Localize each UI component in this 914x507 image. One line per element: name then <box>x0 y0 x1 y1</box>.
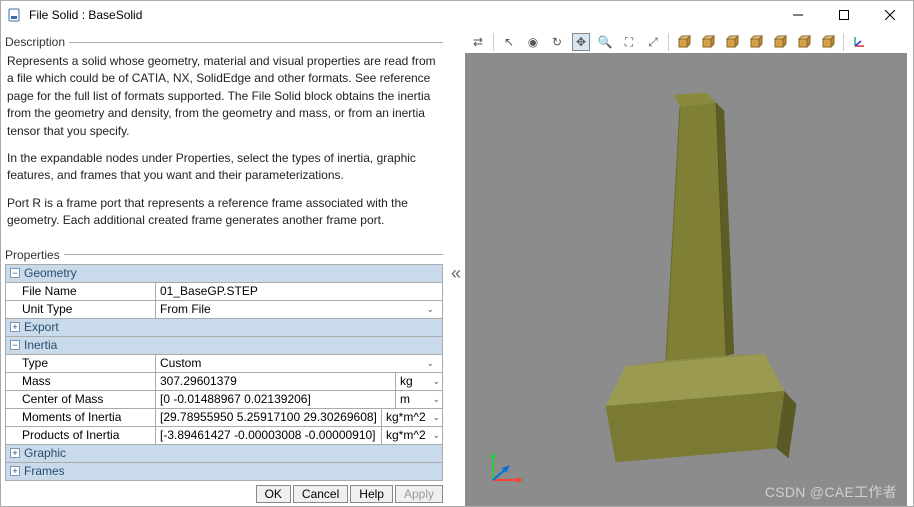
chevron-down-icon: ⌄ <box>426 304 438 315</box>
select-inertia-type[interactable]: Custom⌄ <box>156 355 442 372</box>
row-poi: Products of Inertia [-3.89461427 -0.0000… <box>6 427 442 445</box>
help-button[interactable]: Help <box>350 485 393 503</box>
select-poi-unit[interactable]: kg*m^2⌄ <box>382 427 442 444</box>
collapse-icon: − <box>10 268 20 278</box>
section-label: Graphic <box>24 446 66 460</box>
description-heading: Description <box>5 35 443 49</box>
roll-icon[interactable]: ↻ <box>548 33 566 51</box>
ok-button[interactable]: OK <box>256 485 291 503</box>
zoom-icon[interactable]: 🔍 <box>596 33 614 51</box>
select-mass-unit[interactable]: kg⌄ <box>396 373 442 390</box>
label-com: Center of Mass <box>6 391 156 408</box>
panel-splitter[interactable]: « <box>447 29 465 506</box>
description-heading-label: Description <box>5 35 65 49</box>
label-moi: Moments of Inertia <box>6 409 156 426</box>
select-moi-unit[interactable]: kg*m^2⌄ <box>382 409 442 426</box>
input-file-name[interactable]: 01_BaseGP.STEP <box>156 283 442 300</box>
chevron-down-icon: ⌄ <box>426 358 438 369</box>
apply-button[interactable]: Apply <box>395 485 443 503</box>
chevron-down-icon: ⌄ <box>432 430 440 441</box>
axes-icon[interactable] <box>850 33 868 51</box>
left-view-icon[interactable] <box>795 33 813 51</box>
properties-table: −Geometry File Name 01_BaseGP.STEP Unit … <box>5 264 443 481</box>
chevron-down-icon: ⌄ <box>432 376 440 387</box>
row-unit-type: Unit Type From File⌄ <box>6 301 442 319</box>
row-moi: Moments of Inertia [29.78955950 5.259171… <box>6 409 442 427</box>
close-button[interactable] <box>867 1 913 29</box>
section-label: Frames <box>24 464 65 478</box>
properties-heading: Properties <box>5 248 443 262</box>
right-view-icon[interactable] <box>819 33 837 51</box>
section-label: Geometry <box>24 266 77 280</box>
dialog-window: File Solid : BaseSolid Description Repre… <box>0 0 914 507</box>
select-com-unit[interactable]: m⌄ <box>396 391 442 408</box>
select-unit-type[interactable]: From File⌄ <box>156 301 442 318</box>
label-unit-type: Unit Type <box>6 301 156 318</box>
input-poi[interactable]: [-3.89461427 -0.00003008 -0.00000910] <box>156 427 382 444</box>
input-moi[interactable]: [29.78955950 5.25917100 29.30269608] <box>156 409 382 426</box>
expand-icon: + <box>10 466 20 476</box>
front-view-icon[interactable] <box>699 33 717 51</box>
collapse-icon: − <box>10 340 20 350</box>
label-file-name: File Name <box>6 283 156 300</box>
description-para-3: Port R is a frame port that represents a… <box>7 195 441 230</box>
minimize-button[interactable] <box>775 1 821 29</box>
expand-icon: + <box>10 322 20 332</box>
top-view-icon[interactable] <box>747 33 765 51</box>
chevron-down-icon: ⌄ <box>432 394 440 405</box>
label-mass: Mass <box>6 373 156 390</box>
app-icon <box>7 7 23 23</box>
chevron-down-icon: ⌄ <box>432 412 440 423</box>
section-label: Export <box>24 320 59 334</box>
left-panel: Description Represents a solid whose geo… <box>1 29 447 506</box>
pan-icon[interactable]: ✥ <box>572 33 590 51</box>
section-label: Inertia <box>24 338 57 352</box>
fit-icon[interactable]: ⤢ <box>644 33 662 51</box>
cancel-button[interactable]: Cancel <box>293 485 348 503</box>
iso-view-icon[interactable] <box>675 33 693 51</box>
view-triad <box>485 448 525 488</box>
cursor-icon[interactable]: ↖ <box>500 33 518 51</box>
titlebar: File Solid : BaseSolid <box>1 1 913 29</box>
back-view-icon[interactable] <box>723 33 741 51</box>
sync-icon[interactable]: ⇄ <box>469 33 487 51</box>
section-export[interactable]: + Export <box>6 319 442 337</box>
label-poi: Products of Inertia <box>6 427 156 444</box>
row-mass: Mass 307.29601379 kg⌄ <box>6 373 442 391</box>
section-geometry[interactable]: −Geometry <box>6 265 442 283</box>
row-inertia-type: Type Custom⌄ <box>6 355 442 373</box>
window-controls <box>775 1 913 29</box>
viewport-toolbar: ⇄ ↖ ◉ ↻ ✥ 🔍 ⛶ ⤢ <box>465 33 907 51</box>
bottom-view-icon[interactable] <box>771 33 789 51</box>
row-com: Center of Mass [0 -0.01488967 0.02139206… <box>6 391 442 409</box>
description-para-2: In the expandable nodes under Properties… <box>7 150 441 185</box>
label-inertia-type: Type <box>6 355 156 372</box>
solid-model <box>465 53 907 506</box>
window-title: File Solid : BaseSolid <box>29 8 775 22</box>
expand-icon: + <box>10 448 20 458</box>
collapse-left-icon: « <box>451 264 461 282</box>
description-text: Represents a solid whose geometry, mater… <box>5 51 443 246</box>
zoom-region-icon[interactable]: ⛶ <box>620 33 638 51</box>
3d-viewport[interactable]: CSDN @CAE工作者 <box>465 53 907 506</box>
input-mass[interactable]: 307.29601379 <box>156 373 396 390</box>
properties-heading-label: Properties <box>5 248 60 262</box>
section-frames[interactable]: + Frames <box>6 463 442 481</box>
input-com[interactable]: [0 -0.01488967 0.02139206] <box>156 391 396 408</box>
description-para-1: Represents a solid whose geometry, mater… <box>7 53 441 140</box>
dialog-body: Description Represents a solid whose geo… <box>1 29 913 506</box>
row-file-name: File Name 01_BaseGP.STEP <box>6 283 442 301</box>
dialog-buttons: OK Cancel Help Apply <box>5 481 443 506</box>
section-graphic[interactable]: + Graphic <box>6 445 442 463</box>
orbit-icon[interactable]: ◉ <box>524 33 542 51</box>
right-panel: ⇄ ↖ ◉ ↻ ✥ 🔍 ⛶ ⤢ <box>465 29 913 506</box>
section-inertia[interactable]: −Inertia <box>6 337 442 355</box>
maximize-button[interactable] <box>821 1 867 29</box>
